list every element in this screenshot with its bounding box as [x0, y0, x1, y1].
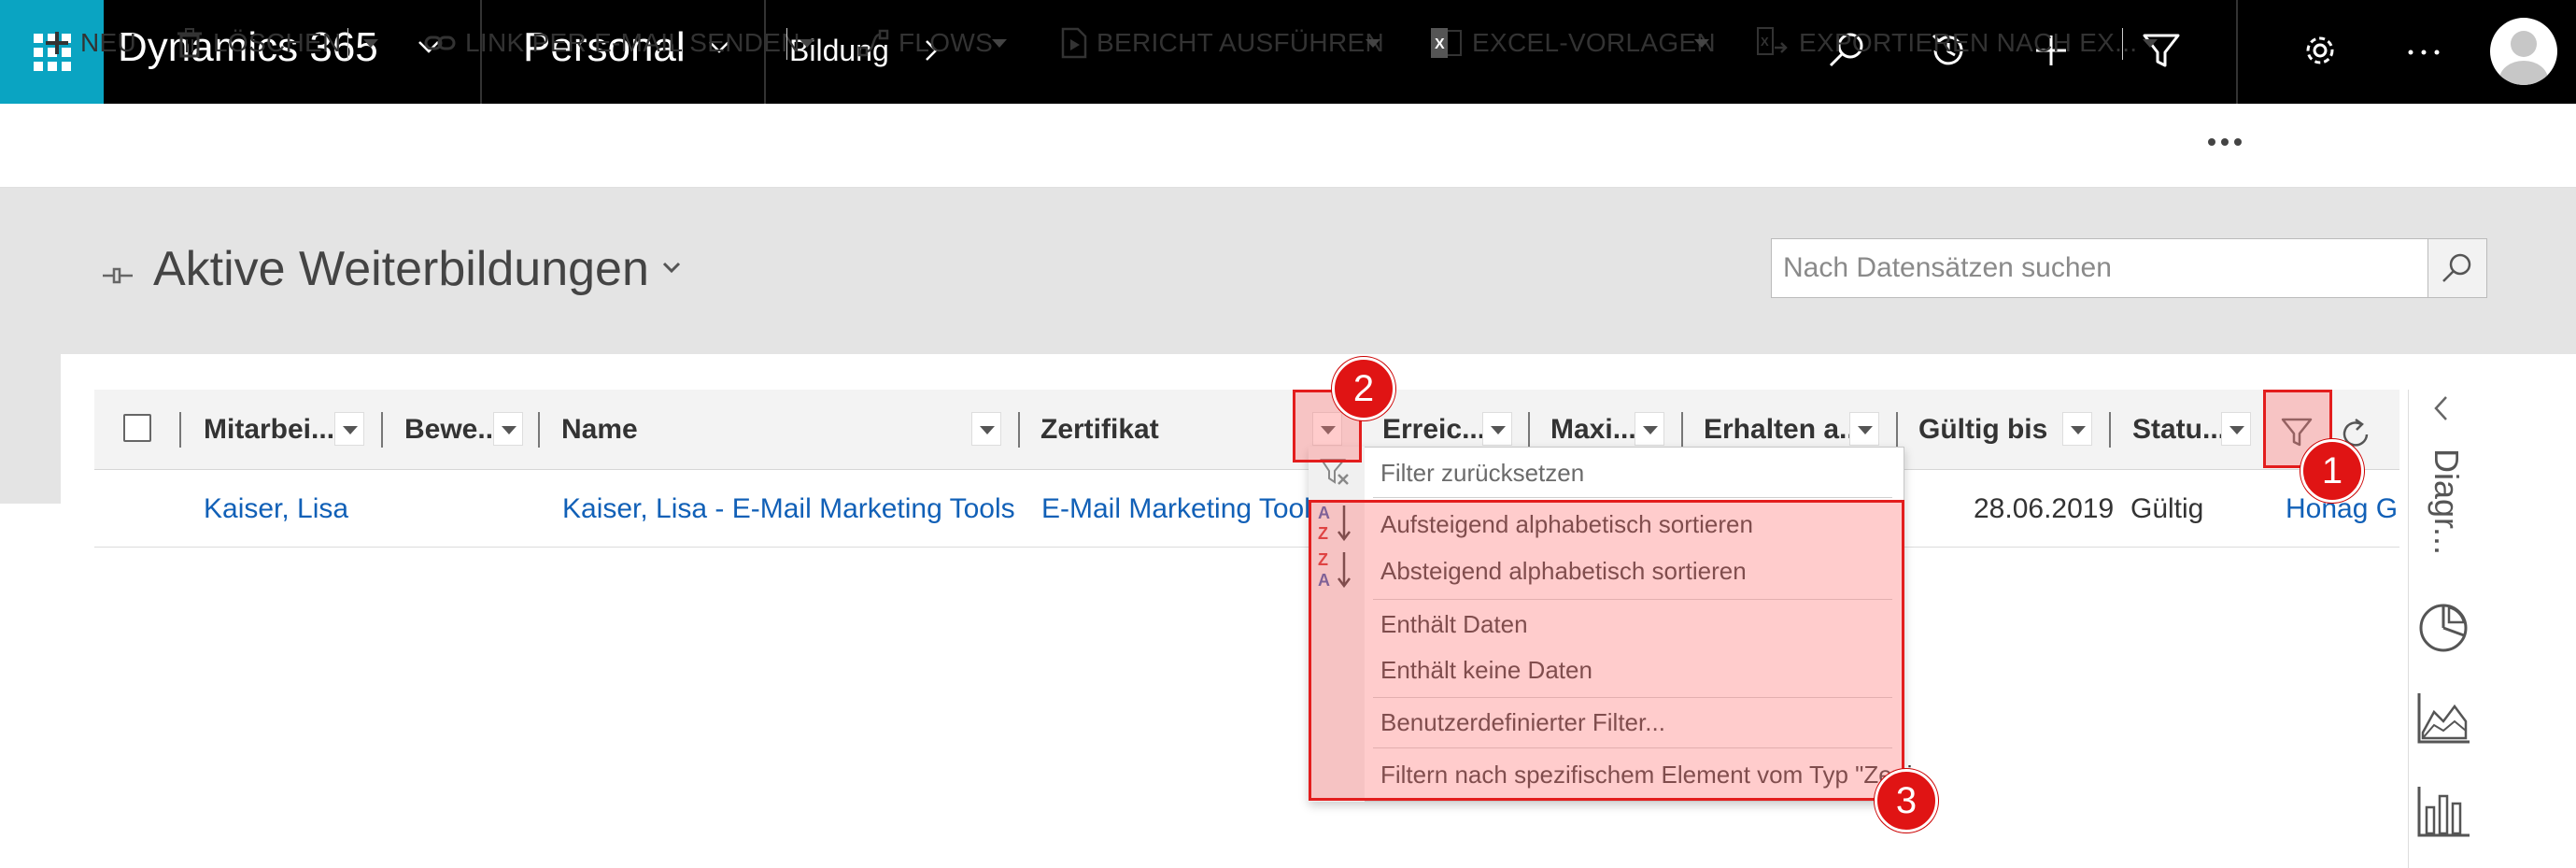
export-label: EXPORTIEREN NACH EX...: [1799, 28, 2138, 57]
annotation-badge-2: 2: [1332, 357, 1395, 420]
pie-chart-icon[interactable]: [2415, 600, 2471, 656]
column-divider: [538, 412, 540, 448]
column-divider: [179, 412, 181, 448]
email-link-label: LINK PER E-MAIL SENDEN: [465, 28, 800, 57]
search-box: [1771, 238, 2429, 298]
more-icon[interactable]: [2403, 30, 2444, 71]
cell-mitarbeiter[interactable]: Kaiser, Lisa: [204, 493, 348, 525]
export-excel-icon: X: [1756, 27, 1790, 59]
link-icon: [424, 33, 456, 53]
more-commands-icon[interactable]: [2206, 136, 2243, 148]
filter-icon[interactable]: [2141, 30, 2182, 71]
svg-text:X: X: [1761, 35, 1769, 49]
svg-text:X: X: [1435, 36, 1445, 52]
user-icon: [2499, 31, 2548, 85]
chevron-down-icon[interactable]: [363, 39, 378, 48]
flows-button[interactable]: FLOWS: [857, 24, 993, 62]
email-link-button[interactable]: LINK PER E-MAIL SENDEN: [424, 24, 800, 62]
column-divider: [2109, 412, 2111, 448]
excel-templates-button[interactable]: X EXCEL-VORLAGEN: [1429, 24, 1716, 62]
run-report-button[interactable]: BERICHT AUSFÜHREN: [1061, 24, 1384, 62]
cell-gueltig-bis: 28.06.2019: [1974, 493, 2115, 524]
column-header-erhalten[interactable]: Erhalten a...: [1704, 414, 1862, 446]
chevron-down-icon[interactable]: [1694, 39, 1709, 48]
report-icon: [1061, 27, 1087, 59]
column-header-zertifikat[interactable]: Zertifikat: [1040, 414, 1159, 446]
column-divider: [1018, 412, 1020, 448]
highlight-menu-options: [1309, 500, 1904, 801]
plus-icon: [43, 29, 71, 57]
menu-divider: [1373, 497, 1892, 498]
delete-button[interactable]: LÖSCHEN: [176, 24, 341, 62]
cell-zertifikat[interactable]: E-Mail Marketing Tool: [1041, 493, 1310, 525]
select-all-checkbox[interactable]: [123, 414, 151, 442]
annotation-badge-1: 1: [2300, 439, 2364, 503]
cell-name[interactable]: Kaiser, Lisa - E-Mail Marketing Tools: [562, 493, 1015, 525]
annotation-badge-3: 3: [1875, 769, 1938, 832]
column-menu-maximal[interactable]: [1635, 412, 1664, 446]
chevron-down-icon[interactable]: [1366, 39, 1380, 48]
chevron-left-icon[interactable]: [2432, 394, 2451, 422]
trash-icon: [176, 28, 204, 58]
delete-label: LÖSCHEN: [213, 28, 342, 57]
column-divider: [381, 412, 383, 448]
column-divider: [1681, 412, 1683, 448]
flow-icon: [857, 29, 889, 57]
column-menu-erreicht[interactable]: [1482, 412, 1512, 446]
column-menu-gueltig-bis[interactable]: [2062, 412, 2092, 446]
column-divider: [1528, 412, 1530, 448]
excel-templates-label: EXCEL-VORLAGEN: [1472, 28, 1716, 57]
flows-label: FLOWS: [899, 28, 994, 57]
chevron-down-icon[interactable]: [800, 39, 814, 48]
column-header-maximal[interactable]: Maxi...: [1550, 414, 1636, 446]
column-menu-mitarbeiter[interactable]: [334, 412, 364, 446]
divider: [2236, 0, 2238, 104]
view-title[interactable]: Aktive Weiterbildungen: [153, 241, 649, 297]
menu-item-reset-filter[interactable]: Filter zurücksetzen: [1380, 459, 1584, 488]
column-menu-erhalten[interactable]: [1849, 412, 1879, 446]
chevron-down-icon[interactable]: [661, 261, 682, 276]
column-header-bewertung[interactable]: Bewe...: [404, 414, 501, 446]
pin-icon[interactable]: [101, 263, 134, 288]
new-label: NEU: [80, 28, 137, 57]
search-icon: [2442, 253, 2471, 282]
column-header-status[interactable]: Statu...: [2132, 414, 2226, 446]
run-report-label: BERICHT AUSFÜHREN: [1097, 28, 1384, 57]
charts-label[interactable]: Diagr...: [2427, 448, 2466, 555]
column-menu-name[interactable]: [971, 412, 1001, 446]
avatar[interactable]: [2490, 18, 2557, 85]
column-header-erreicht[interactable]: Erreic...: [1382, 414, 1485, 446]
new-button[interactable]: NEU: [43, 24, 136, 62]
column-menu-status[interactable]: [2221, 412, 2251, 446]
column-header-gueltig-bis[interactable]: Gültig bis: [1918, 414, 2047, 446]
cell-status: Gültig: [2130, 493, 2204, 524]
column-menu-bewertung[interactable]: [493, 412, 523, 446]
chevron-down-icon[interactable]: [2143, 39, 2158, 48]
excel-icon: X: [1429, 27, 1463, 59]
column-header-mitarbeiter[interactable]: Mitarbei...: [204, 414, 334, 446]
chevron-down-icon[interactable]: [992, 39, 1007, 48]
command-bar: [0, 104, 2576, 188]
divider: [347, 28, 348, 60]
divider: [2122, 28, 2123, 60]
area-chart-icon[interactable]: [2415, 690, 2471, 746]
search-input[interactable]: [1772, 239, 2429, 297]
bar-chart-icon[interactable]: [2415, 783, 2471, 839]
search-button[interactable]: [2427, 238, 2487, 298]
export-button[interactable]: X EXPORTIEREN NACH EX...: [1756, 24, 2137, 62]
divider: [786, 28, 787, 60]
column-divider: [1896, 412, 1898, 448]
gear-icon[interactable]: [2300, 30, 2341, 71]
column-header-name[interactable]: Name: [561, 414, 638, 446]
